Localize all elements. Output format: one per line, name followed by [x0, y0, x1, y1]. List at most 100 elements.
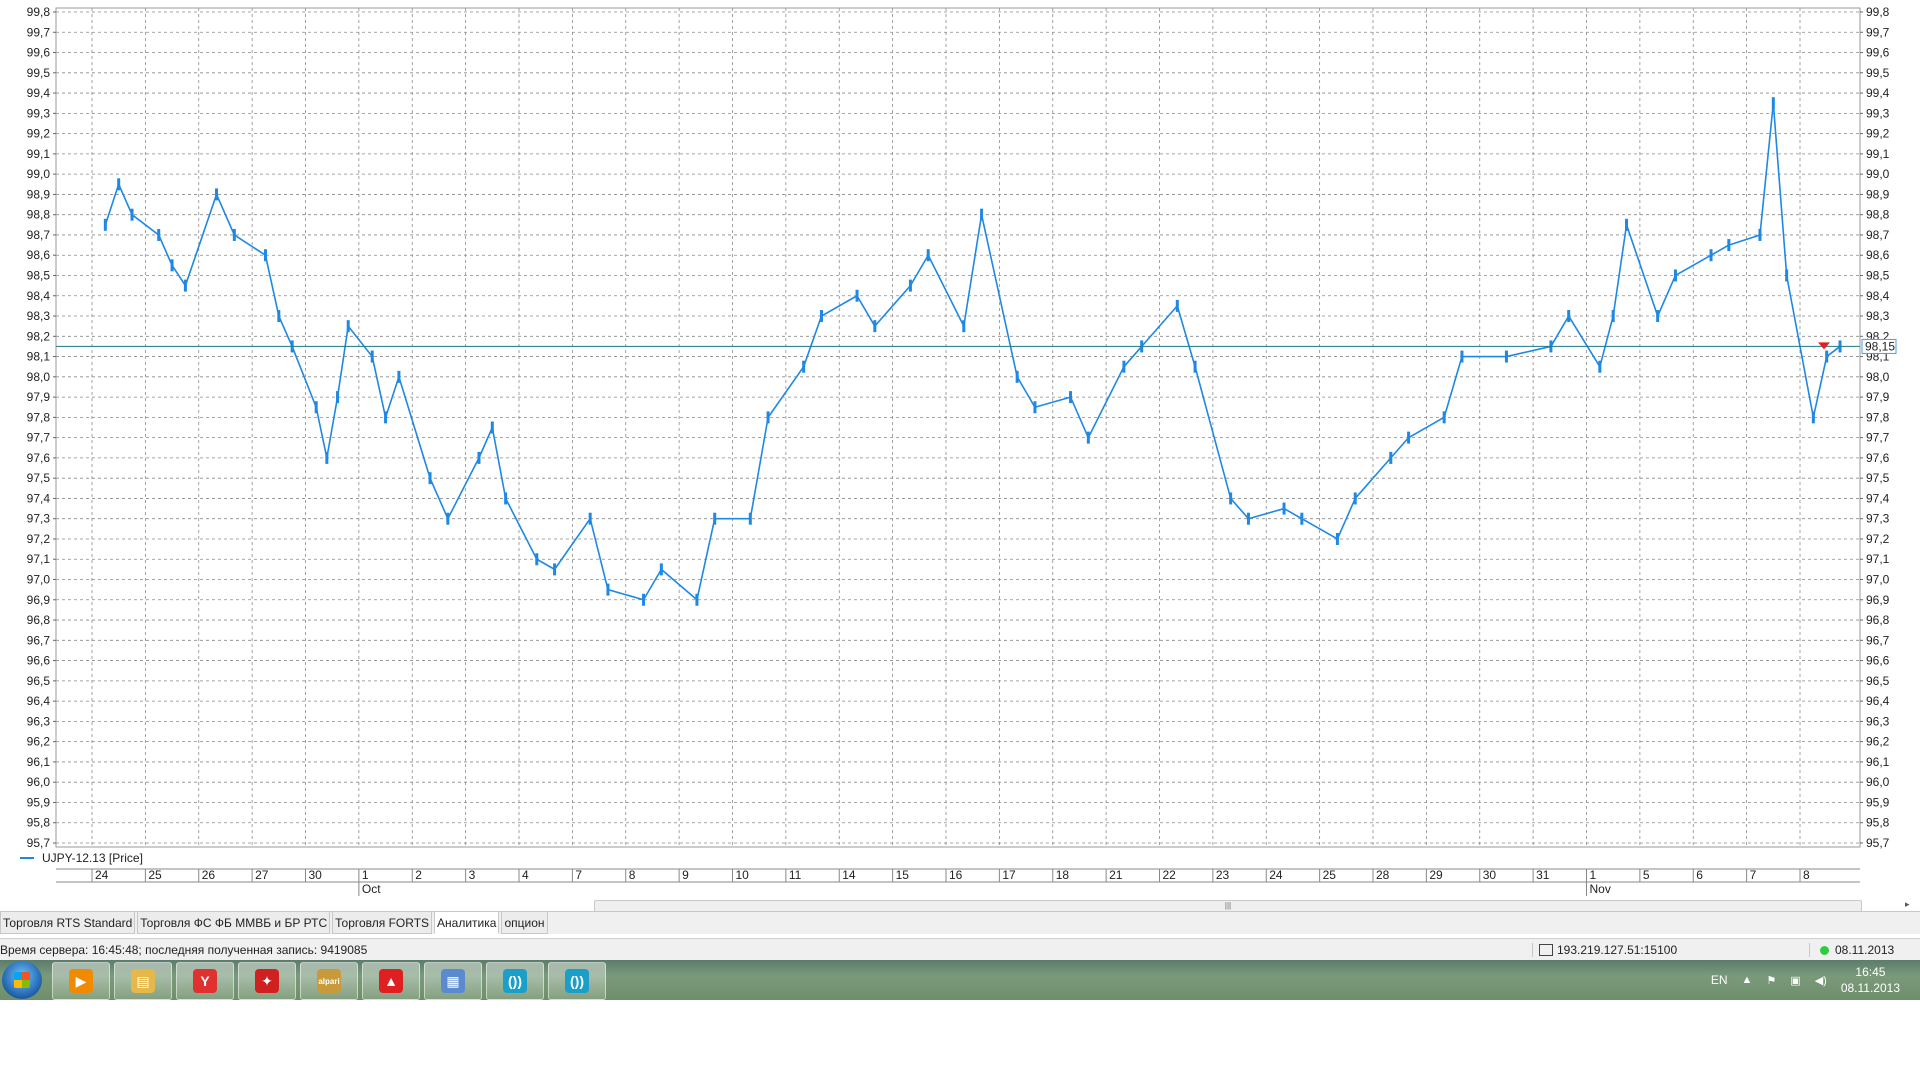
trading-app-icon: ✦: [255, 969, 279, 993]
price-segment: [291, 346, 317, 408]
x-day-label: 9: [682, 868, 689, 882]
tab-fs-fb-mmvb[interactable]: Торговля ФС ФБ ММВБ и БР РТС: [137, 912, 331, 934]
y-tick-label-right: 97,9: [1866, 390, 1890, 404]
chart-axes: 99,8 99,8 99,7 99,7 99,6 99,6 99,5 99,5 99,4 99,4…: [27, 5, 1890, 896]
volume-icon[interactable]: ◀): [1815, 974, 1827, 987]
price-segment: [429, 477, 449, 520]
x-day-label: 24: [95, 868, 109, 882]
taskbar-item-media-player[interactable]: ▶: [52, 962, 110, 1000]
taskbar-item-alpari[interactable]: alpari: [300, 962, 358, 1000]
y-tick-label-right: 98,9: [1866, 187, 1890, 201]
x-day-label: 17: [1002, 868, 1016, 882]
y-tick-label-left: 97,4: [27, 491, 51, 505]
y-tick-label-right: 96,9: [1866, 593, 1890, 607]
tab-rts-standard[interactable]: Торговля RTS Standard: [0, 912, 136, 934]
x-day-label: 31: [1536, 868, 1550, 882]
y-tick-label-left: 97,1: [27, 552, 51, 566]
y-tick-label-left: 96,6: [27, 654, 51, 668]
price-segment: [802, 315, 823, 367]
media-player-icon: ▶: [69, 969, 93, 993]
taskbar-item-explorer-folder[interactable]: ▤: [114, 962, 172, 1000]
y-tick-label-left: 99,2: [27, 127, 51, 141]
price-segment: [1301, 518, 1338, 540]
flag-icon[interactable]: ⚑: [1766, 974, 1776, 987]
price-segment: [1826, 345, 1841, 358]
x-day-label: 21: [1109, 868, 1123, 882]
x-day-label: 1: [1590, 868, 1597, 882]
price-chart: 99,8 99,8 99,7 99,7 99,6 99,6 99,5 99,5 99,4 99,4…: [27, 5, 1897, 896]
x-day-label: 8: [1803, 868, 1810, 882]
x-day-label: 27: [255, 868, 269, 882]
y-tick-label-right: 96,4: [1866, 694, 1890, 708]
scroll-grip-icon[interactable]: |||: [1225, 901, 1231, 911]
yandex-browser-icon: Y: [193, 969, 217, 993]
y-tick-label-left: 96,0: [27, 775, 51, 789]
alpari-icon: alpari: [317, 969, 341, 993]
y-tick-label-left: 98,4: [27, 289, 51, 303]
x-day-label: 23: [1216, 868, 1230, 882]
y-tick-label-right: 96,8: [1866, 613, 1890, 627]
y-tick-label-right: 96,5: [1866, 674, 1890, 688]
y-tick-label-right: 99,1: [1866, 147, 1890, 161]
x-day-label: 8: [629, 868, 636, 882]
taskbar-item-yandex-browser[interactable]: Y: [176, 962, 234, 1000]
y-tick-label-left: 97,9: [27, 390, 51, 404]
y-tick-label-right: 98,5: [1866, 268, 1890, 282]
price-segment: [1728, 234, 1761, 246]
y-tick-label-left: 96,1: [27, 755, 51, 769]
x-day-label: 30: [1483, 868, 1497, 882]
x-day-label: 11: [789, 868, 802, 882]
price-segment: [1759, 103, 1775, 236]
price-segment: [749, 417, 769, 519]
system-tray: EN ▲ ⚑ ▣ ◀) 16:45 08.11.2013: [1711, 960, 1900, 1000]
y-tick-label-left: 99,1: [27, 147, 51, 161]
price-segment: [1568, 315, 1601, 368]
taskbar-item-quik-2[interactable]: ()): [548, 962, 606, 1000]
y-tick-label-right: 97,0: [1866, 573, 1890, 587]
y-tick-label-right: 99,4: [1866, 86, 1890, 100]
y-tick-label-left: 96,2: [27, 735, 51, 749]
y-tick-label-right: 96,7: [1866, 633, 1890, 647]
price-segment: [371, 356, 387, 418]
quik-icon-2: ()): [565, 969, 589, 993]
language-indicator[interactable]: EN: [1711, 973, 1728, 987]
price-segment: [1772, 103, 1788, 276]
price-segment: [278, 315, 293, 347]
price-segment: [326, 396, 339, 459]
tab-forts[interactable]: Торговля FORTS: [332, 912, 433, 934]
taskbar-item-trading-app[interactable]: ✦: [238, 962, 296, 1000]
price-segment: [1283, 507, 1303, 520]
tray-expand-icon[interactable]: ▲: [1742, 974, 1753, 986]
scroll-right-arrow-icon[interactable]: ▸: [1905, 899, 1910, 910]
y-tick-label-right: 98,7: [1866, 228, 1890, 242]
tab-option[interactable]: опцион: [501, 912, 548, 934]
x-day-label: 2: [415, 868, 422, 882]
taskbar-item-alfa-app[interactable]: ▲: [362, 962, 420, 1000]
y-tick-label-left: 96,5: [27, 674, 51, 688]
y-tick-label-left: 98,1: [27, 350, 51, 364]
y-tick-label-right: 97,2: [1866, 532, 1890, 546]
calculator-icon: ▦: [441, 969, 465, 993]
taskbar-item-calculator[interactable]: ▦: [424, 962, 482, 1000]
x-day-label: 25: [148, 868, 162, 882]
tab-analytics[interactable]: Аналитика: [434, 912, 500, 934]
connection-address: 193.219.127.51:15100: [1557, 943, 1678, 957]
y-tick-label-right: 95,9: [1866, 795, 1890, 809]
y-tick-label-left: 99,5: [27, 66, 51, 80]
y-tick-label-left: 99,6: [27, 46, 51, 60]
price-segment: [1390, 437, 1410, 459]
taskbar-item-quik-1[interactable]: ()): [486, 962, 544, 1000]
network-tray-icon[interactable]: ▣: [1790, 974, 1800, 987]
y-tick-label-left: 95,8: [27, 816, 51, 830]
x-day-label: 7: [1750, 868, 1757, 882]
price-segment: [536, 558, 555, 571]
y-tick-label-left: 97,7: [27, 431, 51, 445]
y-tick-label-right: 99,2: [1866, 127, 1890, 141]
y-tick-label-left: 98,5: [27, 268, 51, 282]
connection-status: 193.219.127.51:15100: [1532, 943, 1809, 957]
x-month-label: Oct: [362, 882, 381, 896]
y-tick-label-left: 97,8: [27, 410, 51, 424]
start-button[interactable]: [2, 961, 42, 999]
tray-clock[interactable]: 16:45 08.11.2013: [1841, 964, 1900, 996]
x-day-label: 16: [949, 868, 963, 882]
